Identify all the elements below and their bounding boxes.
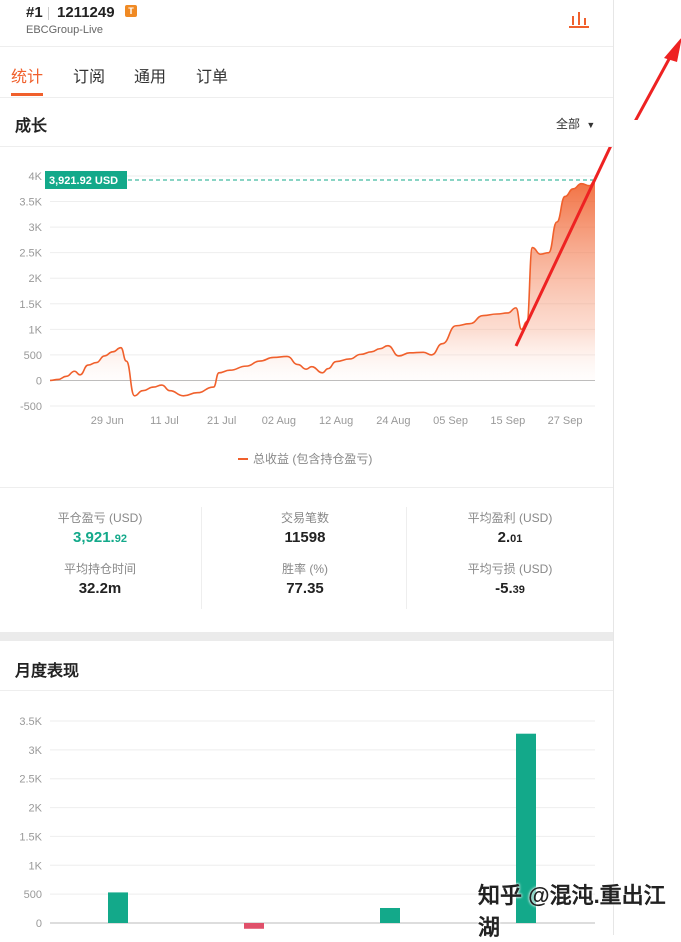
x-tick-label: 05 Sep (433, 415, 468, 427)
y-tick-label: 3K (29, 222, 43, 234)
account-panel: #1 1211249 T EBCGroup-Live 统计 订阅 通用 订单 成… (0, 0, 614, 935)
y-tick-label: 1.5K (19, 831, 42, 843)
y-tick-label: 2.5K (19, 248, 42, 260)
stat-label: 平仓盈亏 (USD) (57, 511, 143, 525)
server-name: EBCGroup-Live (26, 24, 104, 36)
y-tick-label: 4K (29, 171, 43, 183)
current-value-text: 3,921.92 USD (49, 175, 118, 187)
stat-value: 32.2m (78, 580, 122, 597)
stat-value-main: 2. (497, 529, 511, 546)
tab-orders[interactable]: 订单 (196, 63, 228, 87)
y-tick-label: 500 (24, 889, 42, 901)
x-tick-label: 02 Aug (262, 415, 296, 427)
period-dropdown[interactable]: 全部 ▼ (556, 115, 595, 132)
stat-label: 平均亏损 (USD) (467, 562, 553, 576)
y-tick-label: 1.5K (19, 299, 42, 311)
y-tick-label: 500 (24, 350, 42, 362)
growth-legend: 总收益 (包含持仓盈亏) (238, 451, 372, 466)
stat-avg-profit: 平均盈利 (USD) 2.01 (410, 509, 610, 546)
bar-chart-icon[interactable] (568, 8, 590, 30)
tab-statistics[interactable]: 统计 (11, 63, 43, 87)
red-arrow-head (634, 38, 681, 120)
stat-value-main: 3,921. (73, 529, 115, 546)
monthly-bar (108, 892, 128, 923)
x-tick-label: 21 Jul (207, 415, 236, 427)
x-tick-label: 15 Sep (490, 415, 525, 427)
monthly-title: 月度表现 (15, 663, 80, 680)
x-tick-label: 11 Jul (150, 415, 179, 427)
growth-area (50, 179, 595, 396)
y-tick-label: 3.5K (19, 716, 42, 728)
stat-value-decimal: 39 (512, 584, 525, 596)
stat-label: 交易笔数 (280, 511, 329, 525)
y-tick-label: 2K (29, 803, 43, 815)
growth-chart: 3,921.92 USD 4K 3.5K 3K 2.5K 2K 1.5K 1K 500 0 -50… (19, 147, 612, 466)
x-tick-label: 12 Aug (319, 415, 353, 427)
stat-value: -5.39 (410, 580, 610, 597)
caret-down-icon: ▼ (586, 120, 596, 130)
header-separator (48, 7, 49, 20)
y-tick-label: 3K (29, 745, 43, 757)
tab-general[interactable]: 通用 (134, 63, 166, 87)
stat-value-main: -5. (495, 580, 513, 597)
watermark-text: 知乎 @混沌.重出江湖 (478, 883, 666, 940)
stats-grid: 平仓盈亏 (USD) 3,921.92 交易笔数 11598 平均盈利 (USD… (0, 487, 613, 627)
period-dropdown-label: 全部 (556, 117, 581, 131)
y-tick-label: 0 (36, 375, 42, 387)
stat-avg-loss: 平均亏损 (USD) -5.39 (410, 560, 610, 597)
monthly-bar (380, 907, 400, 923)
stat-avg-hold: 平均持仓时间 32.2m (0, 560, 200, 597)
section-gap (0, 632, 613, 641)
stat-value: 3,921.92 (0, 529, 200, 546)
stat-value: 2.01 (410, 529, 610, 546)
y-tick-label: 0 (36, 918, 42, 930)
stat-closed-pnl: 平仓盈亏 (USD) 3,921.92 (0, 509, 200, 546)
stat-value-decimal: 01 (510, 533, 523, 545)
stat-value: 11598 (284, 529, 326, 546)
y-tick-label: -500 (20, 401, 42, 413)
stat-label: 胜率 (%) (282, 562, 328, 576)
legend-label: 总收益 (包含持仓盈亏) (253, 451, 372, 466)
stat-value-decimal: 92 (114, 533, 127, 545)
tab-bar: 统计 订阅 通用 订单 (0, 47, 613, 98)
account-type-badge: T (125, 5, 137, 17)
x-tick-label: 29 Jun (91, 415, 124, 427)
stat-column-divider (406, 507, 407, 609)
blank-margin (614, 0, 681, 935)
y-tick-label: 1K (29, 860, 43, 872)
tab-subscribe[interactable]: 订阅 (73, 63, 105, 87)
y-tick-label: 1K (29, 324, 43, 336)
x-tick-label: 24 Aug (376, 415, 410, 427)
account-number: 1211249 (57, 4, 115, 21)
stat-column-divider (201, 507, 202, 609)
growth-title: 成长 (15, 118, 48, 135)
y-tick-label: 3.5K (19, 197, 42, 209)
rank-label: #1 (26, 4, 43, 21)
y-tick-label: 2.5K (19, 774, 42, 786)
account-header: #1 1211249 T EBCGroup-Live (0, 0, 613, 47)
stat-value: 77.35 (286, 580, 324, 597)
stat-label: 平均盈利 (USD) (467, 511, 553, 525)
active-tab-indicator (11, 93, 43, 96)
stat-winrate: 胜率 (%) 77.35 (205, 560, 405, 597)
y-tick-label: 2K (29, 273, 43, 285)
stat-trades: 交易笔数 11598 (205, 509, 405, 546)
stat-label: 平均持仓时间 (63, 562, 136, 576)
legend-swatch (238, 458, 248, 460)
x-tick-label: 27 Sep (548, 415, 583, 427)
monthly-bar (244, 923, 264, 929)
